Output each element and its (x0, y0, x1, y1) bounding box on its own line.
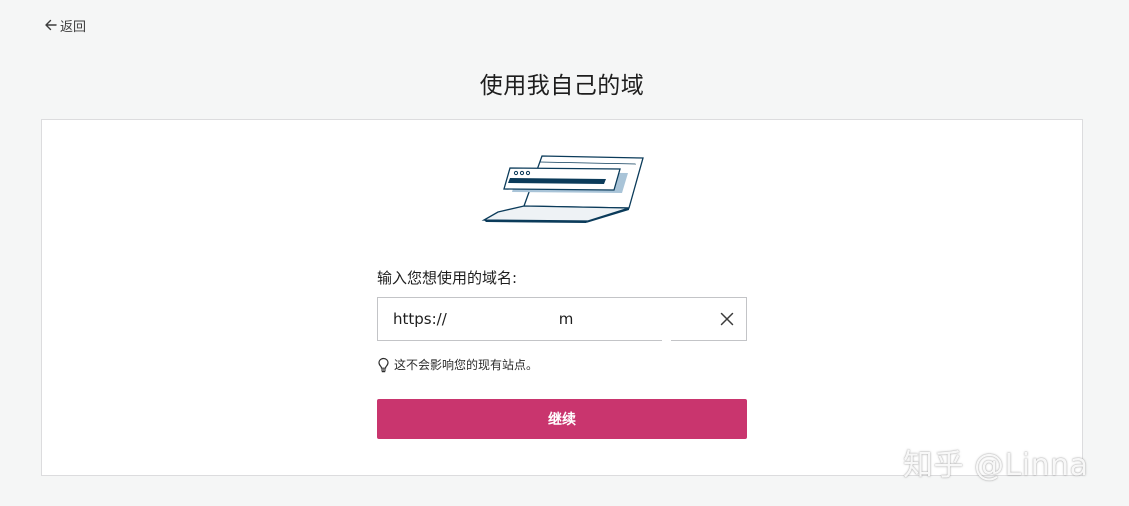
input-border-gap (662, 339, 671, 342)
hint-text-row: 这不会影响您的现有站点。 (377, 356, 538, 373)
back-label: 返回 (60, 19, 87, 35)
domain-field-label: 输入您想使用的域名: (377, 269, 518, 287)
arrow-left-icon (44, 18, 58, 32)
hint-text: 这不会影响您的现有站点。 (394, 358, 539, 372)
back-link[interactable]: 返回 (44, 15, 86, 35)
clear-icon[interactable] (718, 310, 736, 328)
laptop-domain-illustration (480, 154, 644, 226)
continue-button[interactable]: 继续 (377, 399, 747, 439)
domain-input-prefix: https:// (393, 310, 447, 328)
watermark-text: 知乎 @Linna (903, 448, 1089, 483)
domain-input-value[interactable]: m (559, 310, 574, 328)
domain-input[interactable]: https:// m (377, 297, 747, 342)
lightbulb-icon (378, 357, 389, 372)
domain-card: 输入您想使用的域名: https:// m 这不会影响您的现有站点。 继续 (41, 119, 1083, 476)
page-title: 使用我自己的域 (479, 73, 645, 99)
